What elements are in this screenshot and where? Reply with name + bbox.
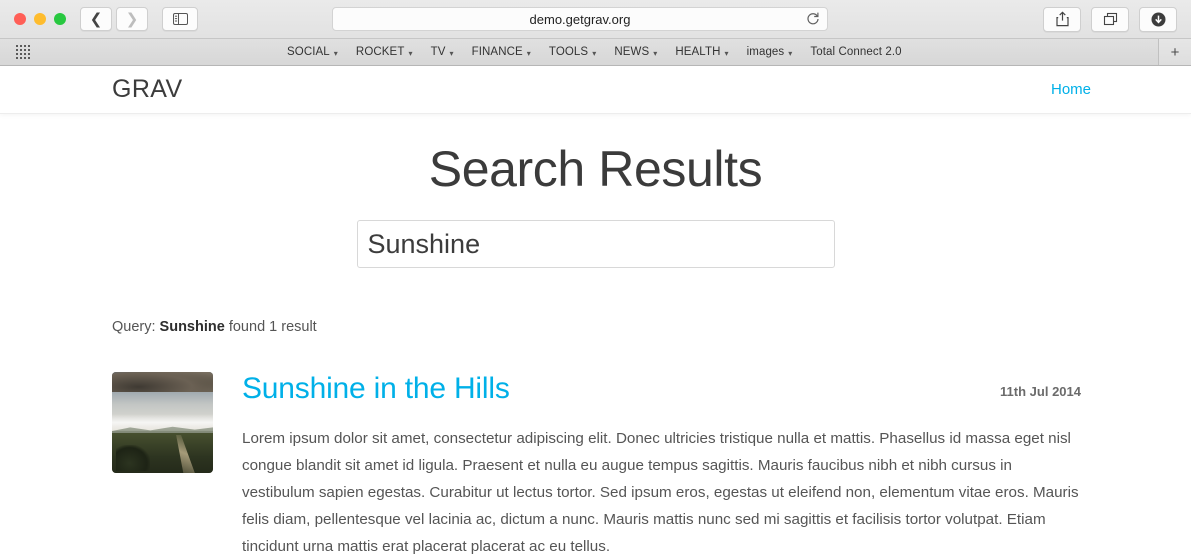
downloads-button[interactable] xyxy=(1139,6,1177,32)
bookmark-label: TOOLS xyxy=(548,46,589,58)
chevron-down-icon: ▾ xyxy=(526,48,531,58)
bookmark-label: ROCKET xyxy=(355,46,405,58)
bookmark-total-connect[interactable]: Total Connect 2.0 xyxy=(801,44,910,60)
page-content: Search Results Query: Sunshine found 1 r… xyxy=(0,114,1191,560)
sidebar-toggle-button[interactable] xyxy=(162,7,198,31)
back-button[interactable]: ❮ xyxy=(80,7,112,31)
bookmark-tv[interactable]: TV ▾ xyxy=(422,44,463,60)
sidebar-toggle-icon xyxy=(172,13,188,25)
tab-overview-button[interactable] xyxy=(1091,6,1129,32)
query-prefix-label: Query: xyxy=(112,319,156,335)
result-header: Sunshine in the Hills 11th Jul 2014 xyxy=(242,372,1081,406)
bookmark-label: images xyxy=(746,46,785,58)
bookmark-label: HEALTH xyxy=(675,46,721,58)
share-icon xyxy=(1055,11,1069,27)
new-tab-button[interactable]: + xyxy=(1158,39,1191,65)
address-bar[interactable]: demo.getgrav.org xyxy=(332,7,828,31)
bookmark-health[interactable]: HEALTH ▾ xyxy=(666,44,737,60)
url-text: demo.getgrav.org xyxy=(529,11,631,27)
thumbnail-bush xyxy=(116,444,151,471)
downloads-icon xyxy=(1151,12,1165,26)
site-header: GRAV Home xyxy=(0,66,1191,114)
site-nav: Home xyxy=(1051,81,1191,99)
bookmark-label: NEWS xyxy=(614,46,650,58)
minimize-window-button[interactable] xyxy=(34,13,46,25)
back-chevron-icon: ❮ xyxy=(89,9,103,28)
bookmark-items: SOCIAL ▾ ROCKET ▾ TV ▾ FINANCE ▾ TOOLS ▾… xyxy=(278,44,911,60)
query-term: Sunshine xyxy=(159,319,225,335)
result-summary: Lorem ipsum dolor sit amet, consectetur … xyxy=(242,430,1079,555)
close-window-button[interactable] xyxy=(14,13,26,25)
reload-button[interactable] xyxy=(806,11,820,32)
navigation-buttons: ❮ ❯ xyxy=(80,7,148,31)
bookmark-tools[interactable]: TOOLS ▾ xyxy=(540,44,605,60)
window-controls xyxy=(14,13,66,25)
show-all-bookmarks-button[interactable] xyxy=(8,45,38,59)
bookmark-label: SOCIAL xyxy=(287,46,330,58)
chevron-down-icon: ▾ xyxy=(724,48,729,58)
thumbnail-clouds xyxy=(112,372,213,392)
toolbar-right-actions xyxy=(1043,6,1181,32)
site-logo[interactable]: GRAV xyxy=(112,75,183,104)
maximize-window-button[interactable] xyxy=(54,13,66,25)
forward-chevron-icon: ❯ xyxy=(125,9,139,28)
plus-icon: + xyxy=(1170,43,1180,61)
forward-button[interactable]: ❯ xyxy=(116,7,148,31)
result-title-link[interactable]: Sunshine in the Hills xyxy=(242,372,510,406)
result-thumbnail[interactable] xyxy=(112,372,213,473)
bookmark-label: TV xyxy=(430,46,446,58)
chevron-down-icon: ▾ xyxy=(592,48,597,58)
chevron-down-icon: ▾ xyxy=(788,48,793,58)
chevron-down-icon: ▾ xyxy=(449,48,454,58)
result-body: Sunshine in the Hills 11th Jul 2014 Lore… xyxy=(242,372,1081,560)
query-summary: Query: Sunshine found 1 result xyxy=(112,319,1191,335)
bookmark-label: FINANCE xyxy=(471,46,523,58)
nav-item-home[interactable]: Home xyxy=(1051,81,1091,98)
grid-dots-icon xyxy=(16,45,30,59)
search-input[interactable] xyxy=(356,220,835,268)
browser-chrome: ❮ ❯ demo.getgrav.org SOCIAL ▾ ROCKET ▾ T… xyxy=(0,0,1191,66)
page-title: Search Results xyxy=(428,141,763,197)
bookmark-label: Total Connect 2.0 xyxy=(810,46,902,58)
share-button[interactable] xyxy=(1043,6,1081,32)
bookmark-images[interactable]: images ▾ xyxy=(738,44,802,60)
result-date: 11th Jul 2014 xyxy=(1000,384,1081,399)
bookmark-finance[interactable]: FINANCE ▾ xyxy=(463,44,540,60)
reload-icon xyxy=(807,12,819,25)
chevron-down-icon: ▾ xyxy=(333,48,338,58)
query-result-count: found 1 result xyxy=(228,319,317,335)
search-form xyxy=(0,220,1191,268)
bookmark-news[interactable]: NEWS ▾ xyxy=(605,44,666,60)
show-tab-overview-icon xyxy=(1103,12,1117,26)
chevron-down-icon: ▾ xyxy=(408,48,413,58)
bookmark-social[interactable]: SOCIAL ▾ xyxy=(278,44,347,60)
chevron-down-icon: ▾ xyxy=(653,48,658,58)
bookmark-rocket[interactable]: ROCKET ▾ xyxy=(347,44,422,60)
search-result-item: Sunshine in the Hills 11th Jul 2014 Lore… xyxy=(112,372,1191,560)
browser-toolbar: ❮ ❯ demo.getgrav.org xyxy=(0,0,1191,38)
bookmarks-bar: SOCIAL ▾ ROCKET ▾ TV ▾ FINANCE ▾ TOOLS ▾… xyxy=(0,38,1191,65)
